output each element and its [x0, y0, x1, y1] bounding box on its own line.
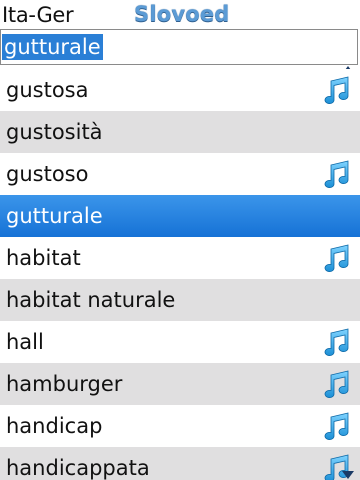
music-note-icon[interactable]	[320, 368, 352, 400]
word-list[interactable]: gustosa gustosità gustoso gutturale habitat h…	[0, 69, 360, 480]
music-note-icon[interactable]	[320, 74, 352, 106]
list-item-label: gutturale	[6, 204, 103, 228]
list-item[interactable]: hall	[0, 321, 360, 363]
music-note-icon[interactable]	[320, 326, 352, 358]
list-item[interactable]: habitat naturale	[0, 279, 360, 321]
list-item-label: handicappata	[6, 456, 150, 480]
app-logo: Slovoed	[134, 2, 230, 26]
search-input-value[interactable]: gutturale	[2, 34, 103, 60]
list-item-label: habitat	[6, 246, 81, 270]
header: Ita-Ger Slovoed	[0, 0, 360, 28]
list-item-label: gustoso	[6, 162, 89, 186]
list-item-label: handicap	[6, 414, 103, 438]
list-item[interactable]: hamburger	[0, 363, 360, 405]
music-note-icon[interactable]	[320, 242, 352, 274]
list-item[interactable]: gustosa	[0, 69, 360, 111]
list-item[interactable]: handicappata	[0, 447, 360, 480]
search-input[interactable]: gutturale	[0, 29, 358, 65]
list-item-label: hall	[6, 330, 44, 354]
list-item[interactable]: gustoso	[0, 153, 360, 195]
list-item-label: habitat naturale	[6, 288, 176, 312]
list-item[interactable]: handicap	[0, 405, 360, 447]
dictionary-direction[interactable]: Ita-Ger	[2, 2, 74, 28]
list-item-label: gustosa	[6, 78, 89, 102]
list-item[interactable]: gustosità	[0, 111, 360, 153]
music-note-icon[interactable]	[320, 410, 352, 442]
list-item[interactable]: habitat	[0, 237, 360, 279]
music-note-icon[interactable]	[320, 158, 352, 190]
list-item-label: gustosità	[6, 120, 103, 144]
list-item-label: hamburger	[6, 372, 123, 396]
scroll-down-arrow-icon[interactable]	[342, 471, 354, 479]
list-item-selected[interactable]: gutturale	[0, 195, 360, 237]
